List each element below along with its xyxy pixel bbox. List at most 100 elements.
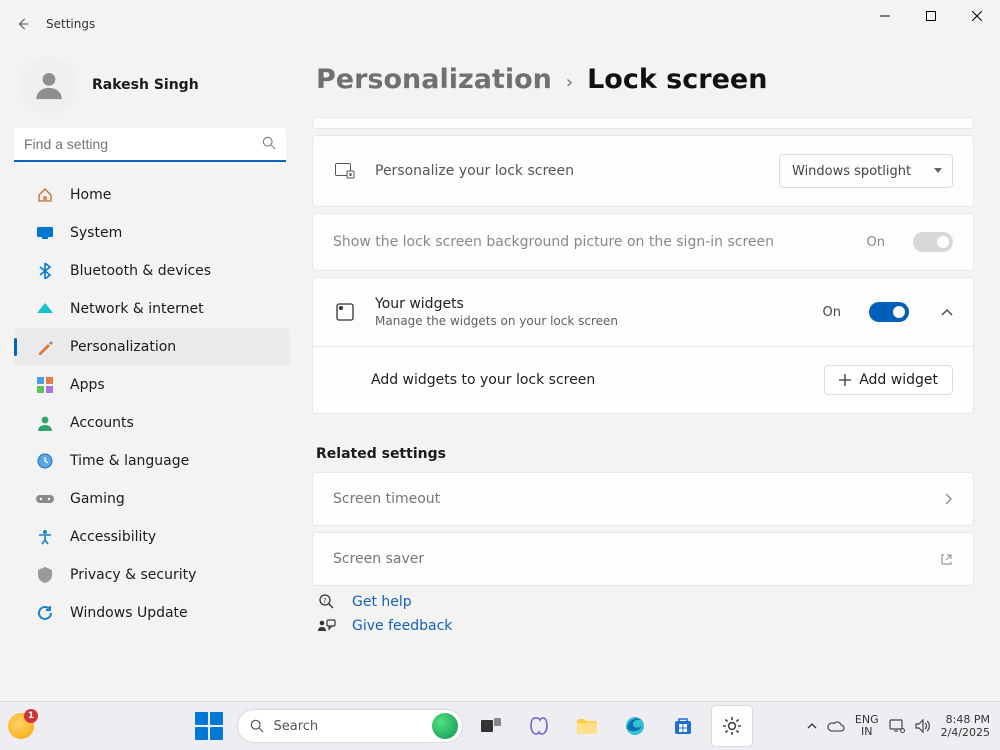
sidebar-item-gaming[interactable]: Gaming	[14, 480, 290, 518]
breadcrumb: Personalization › Lock screen	[316, 64, 974, 95]
card-top-cut	[312, 117, 974, 129]
search-input[interactable]	[14, 128, 286, 162]
apps-icon	[36, 377, 54, 393]
screen-timeout-label: Screen timeout	[333, 491, 927, 507]
sidebar-item-accessibility[interactable]: Accessibility	[14, 518, 290, 556]
store-button[interactable]	[663, 706, 703, 746]
get-help-label[interactable]: Get help	[352, 594, 412, 610]
sidebar-item-label: Apps	[70, 377, 105, 393]
sidebar-item-update[interactable]: Windows Update	[14, 594, 290, 632]
sidebar-item-personalization[interactable]: Personalization	[14, 328, 290, 366]
person-icon	[32, 68, 66, 102]
chevron-right-icon: ›	[566, 72, 573, 93]
sidebar-item-label: Privacy & security	[70, 567, 196, 583]
network-tray-icon[interactable]	[889, 719, 905, 733]
card-personalize-lockscreen[interactable]: Personalize your lock screen Windows spo…	[312, 135, 974, 207]
edge-button[interactable]	[615, 706, 655, 746]
sidebar-item-time[interactable]: Time & language	[14, 442, 290, 480]
maximize-button[interactable]	[908, 0, 954, 32]
gear-icon	[722, 716, 742, 736]
copilot-button[interactable]	[519, 706, 559, 746]
personalization-icon	[36, 339, 54, 355]
sidebar-item-label: Windows Update	[70, 605, 188, 621]
sidebar-item-label: Accounts	[70, 415, 134, 431]
breadcrumb-parent[interactable]: Personalization	[316, 64, 552, 95]
onedrive-tray-icon[interactable]	[827, 720, 845, 732]
related-settings-title: Related settings	[316, 446, 974, 462]
screen-saver-label: Screen saver	[333, 551, 922, 567]
language-indicator[interactable]: ENG IN	[855, 714, 879, 738]
sidebar: Rakesh Singh Home System Bluetooth & dev…	[0, 48, 300, 702]
feedback-label[interactable]: Give feedback	[352, 618, 452, 634]
feedback-icon	[316, 619, 338, 633]
personalize-dropdown[interactable]: Windows spotlight	[779, 154, 953, 188]
sidebar-item-bluetooth[interactable]: Bluetooth & devices	[14, 252, 290, 290]
sidebar-item-accounts[interactable]: Accounts	[14, 404, 290, 442]
settings-taskbar-button[interactable]	[711, 705, 753, 747]
minimize-button[interactable]	[862, 0, 908, 32]
volume-tray-icon[interactable]	[915, 719, 931, 733]
dropdown-value: Windows spotlight	[792, 164, 911, 179]
chevron-right-icon	[945, 493, 953, 505]
lockscreen-picture-icon	[333, 163, 357, 179]
taskbar-weather[interactable]: 1	[8, 713, 34, 739]
help-icon: ?	[316, 594, 338, 610]
settings-search[interactable]	[14, 128, 286, 162]
sidebar-item-label: Accessibility	[70, 529, 156, 545]
sidebar-item-system[interactable]: System	[14, 214, 290, 252]
nav: Home System Bluetooth & devices Network …	[0, 176, 300, 632]
open-external-icon	[940, 553, 953, 566]
explorer-button[interactable]	[567, 706, 607, 746]
widgets-subtitle: Manage the widgets on your lock screen	[375, 314, 805, 328]
card-screen-timeout[interactable]: Screen timeout	[312, 472, 974, 526]
accounts-icon	[36, 415, 54, 431]
privacy-icon	[36, 567, 54, 583]
sidebar-item-label: Gaming	[70, 491, 125, 507]
search-icon	[250, 719, 264, 733]
bluetooth-icon	[36, 263, 54, 279]
widgets-state: On	[823, 305, 841, 320]
title-bar: Settings	[0, 0, 1000, 48]
gaming-icon	[36, 493, 54, 505]
folder-icon	[577, 718, 597, 734]
tray-chevron-up-icon[interactable]	[807, 722, 817, 730]
sidebar-item-network[interactable]: Network & internet	[14, 290, 290, 328]
card-screen-saver[interactable]: Screen saver	[312, 532, 974, 586]
taskbar-search-label: Search	[274, 719, 450, 734]
arrow-left-icon	[16, 17, 30, 31]
home-icon	[36, 187, 54, 203]
card-your-widgets[interactable]: Your widgets Manage the widgets on your …	[312, 277, 974, 414]
close-icon	[972, 11, 982, 21]
signin-bg-label: Show the lock screen background picture …	[333, 234, 849, 250]
signin-bg-state: On	[867, 235, 885, 250]
system-icon	[36, 227, 54, 239]
window-title: Settings	[46, 17, 95, 31]
clock-date: 2/4/2025	[941, 726, 990, 739]
sidebar-item-label: Home	[70, 187, 111, 203]
sidebar-item-privacy[interactable]: Privacy & security	[14, 556, 290, 594]
personalize-label: Personalize your lock screen	[375, 163, 761, 179]
copilot-icon	[529, 716, 549, 736]
close-button[interactable]	[954, 0, 1000, 32]
sidebar-item-apps[interactable]: Apps	[14, 366, 290, 404]
sidebar-item-home[interactable]: Home	[14, 176, 290, 214]
sidebar-item-label: Time & language	[70, 453, 189, 469]
taskbar-clock[interactable]: 8:48 PM 2/4/2025	[941, 713, 990, 739]
signin-bg-toggle[interactable]	[913, 232, 953, 252]
give-feedback-link[interactable]: Give feedback	[316, 618, 974, 634]
add-widgets-label: Add widgets to your lock screen	[371, 372, 806, 388]
maximize-icon	[926, 11, 936, 21]
widgets-toggle[interactable]	[869, 302, 909, 322]
avatar	[20, 56, 78, 114]
widgets-title: Your widgets	[375, 296, 805, 312]
taskview-button[interactable]	[471, 706, 511, 746]
add-widget-button[interactable]: Add widget	[824, 365, 953, 395]
chevron-up-icon[interactable]	[941, 308, 953, 316]
taskbar-search[interactable]: Search	[237, 709, 463, 743]
start-button[interactable]	[189, 706, 229, 746]
windows-icon	[195, 712, 223, 740]
profile[interactable]: Rakesh Singh	[0, 48, 300, 128]
back-button[interactable]	[0, 17, 46, 31]
get-help-link[interactable]: ? Get help	[316, 594, 974, 610]
weather-badge: 1	[24, 709, 38, 723]
